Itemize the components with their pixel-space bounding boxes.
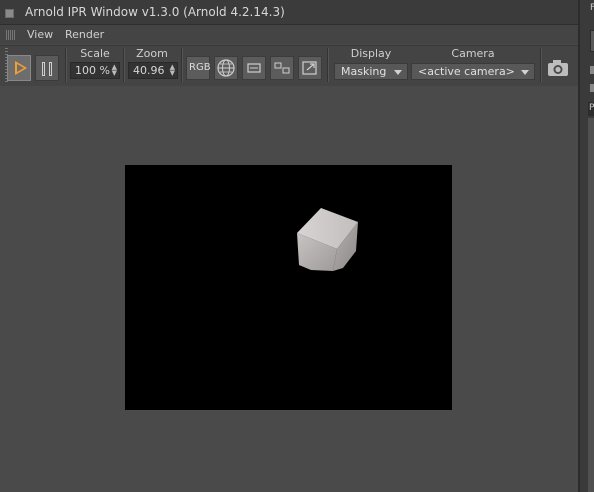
toolbar-separator (540, 48, 541, 82)
split-icon (274, 62, 290, 74)
menu-grip-icon[interactable] (6, 30, 16, 40)
side-label-p: P (589, 103, 594, 113)
side-label-f: F (590, 3, 594, 13)
pause-render-button[interactable] (35, 55, 59, 81)
camera-label: Camera (451, 47, 495, 60)
camera-value: <active camera> (418, 65, 515, 78)
split-button[interactable] (270, 56, 294, 80)
export-button[interactable] (298, 56, 322, 80)
display-select[interactable]: Masking (334, 63, 408, 80)
region-button[interactable] (242, 56, 266, 80)
globe-icon (217, 59, 235, 77)
menu-render[interactable]: Render (65, 28, 104, 41)
scale-label: Scale (80, 47, 110, 60)
side-panel-button[interactable] (590, 30, 594, 52)
globe-button[interactable] (214, 56, 238, 80)
stepper-arrows-icon[interactable]: ▲ ▼ (112, 64, 117, 77)
zoom-label: Zoom (136, 47, 168, 60)
stepper-arrows-icon[interactable]: ▲ ▼ (170, 64, 175, 77)
chevron-down-icon (521, 70, 529, 75)
side-panel-tab[interactable]: P (588, 102, 594, 116)
start-render-button[interactable] (7, 55, 31, 81)
chevron-down-icon (394, 70, 402, 75)
zoom-stepper[interactable]: 40.96 % ▲▼ (128, 62, 178, 79)
display-value: Masking (341, 65, 387, 78)
rgb-label: RGB (189, 62, 211, 73)
title-bar[interactable]: Arnold IPR Window v1.3.0 (Arnold 4.2.14.… (0, 0, 578, 25)
scale-stepper[interactable]: 100 % ▲ ▼ (70, 62, 120, 79)
export-icon (302, 61, 317, 75)
render-image[interactable] (125, 165, 452, 410)
window-title: Arnold IPR Window v1.3.0 (Arnold 4.2.14.… (25, 5, 285, 19)
display-label: Display (350, 47, 392, 60)
snapshot-button[interactable] (545, 56, 571, 80)
side-panel-grip-icon[interactable] (590, 66, 594, 74)
toolbar-separator (327, 48, 328, 82)
rgb-button[interactable]: RGB (186, 56, 211, 80)
toolbar-separator (181, 48, 182, 82)
side-viewport[interactable] (588, 118, 594, 492)
region-icon (247, 63, 261, 73)
camera-icon (548, 60, 568, 76)
toolbar-separator (65, 48, 66, 82)
pause-icon-bar (49, 62, 52, 76)
scale-value: 100 % (75, 64, 110, 77)
rendered-cube-image (297, 208, 358, 271)
side-panel-grip-icon[interactable] (590, 84, 594, 92)
zoom-value: 40.96 % (133, 64, 165, 77)
toolbar-separator (123, 48, 124, 82)
window-menu-icon[interactable] (5, 9, 14, 18)
pause-icon (42, 62, 45, 76)
camera-select[interactable]: <active camera> (411, 63, 535, 80)
menu-view[interactable]: View (27, 28, 53, 41)
side-panel: F P (578, 0, 594, 492)
play-icon (15, 61, 27, 75)
